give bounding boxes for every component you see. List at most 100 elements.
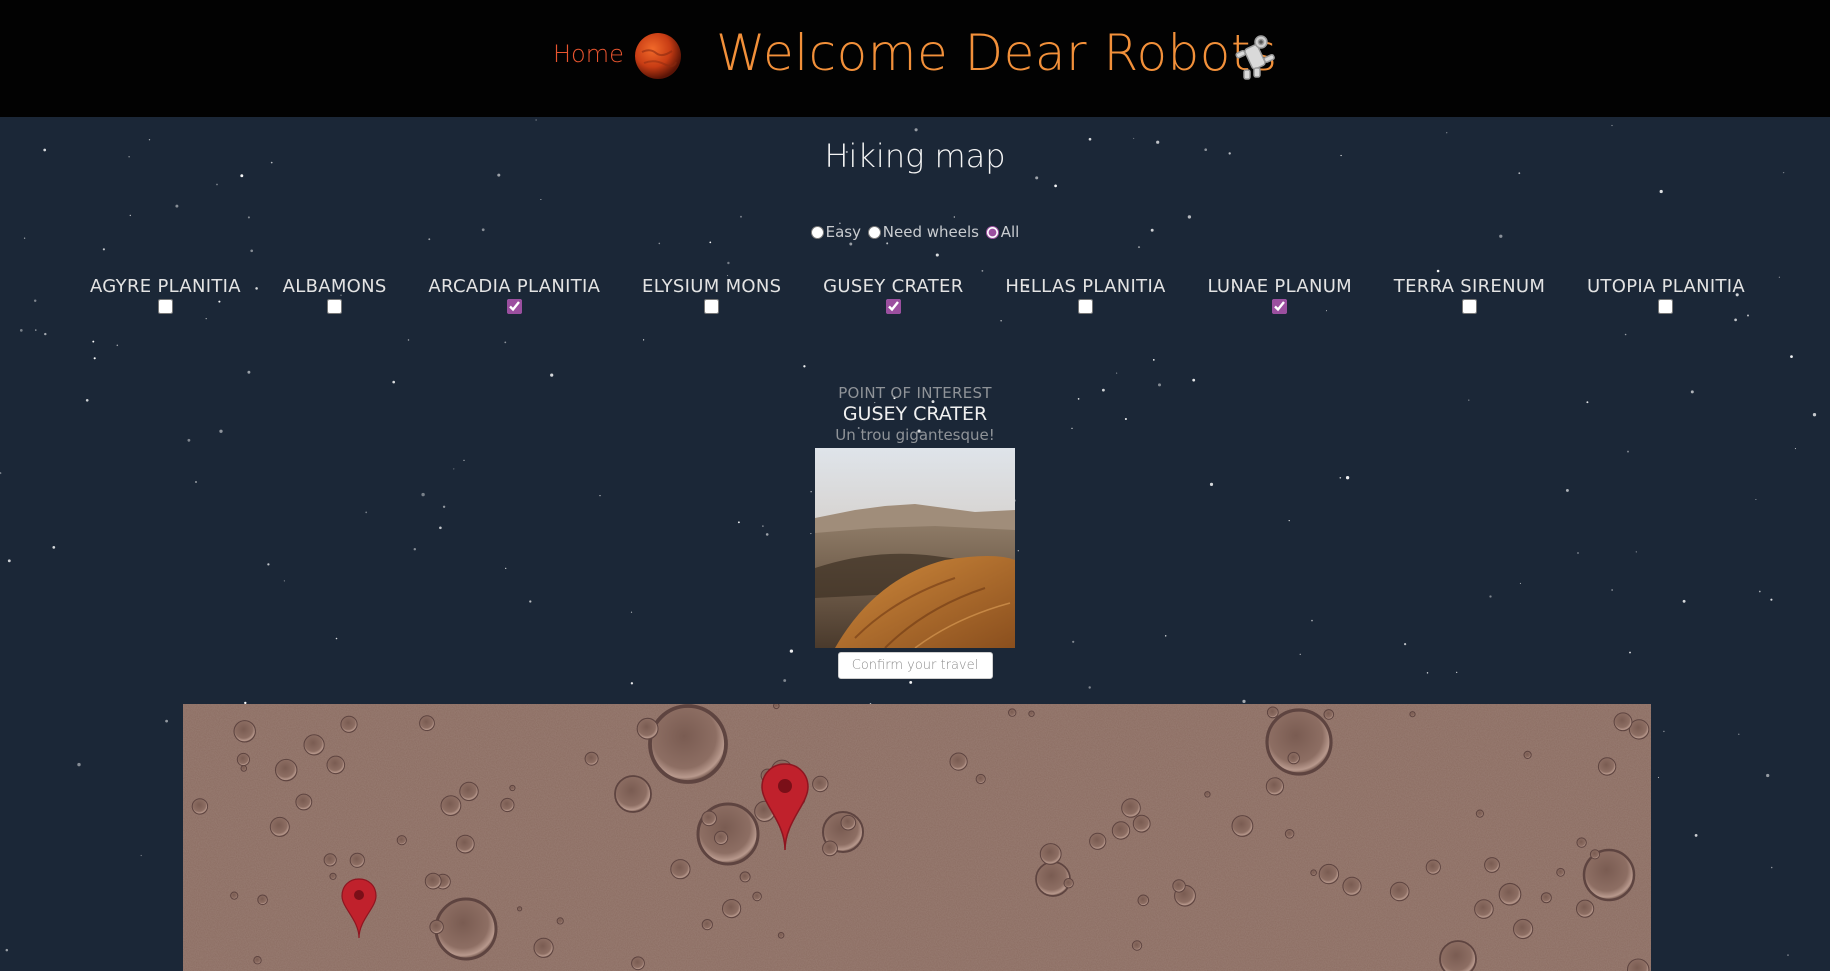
crater [1008, 708, 1017, 717]
crater [840, 814, 857, 831]
star [1790, 355, 1793, 358]
star [1000, 320, 1002, 322]
star [247, 216, 250, 219]
crater [1121, 798, 1141, 818]
crater [773, 704, 780, 710]
map-marker-icon[interactable] [760, 762, 810, 852]
star [803, 365, 806, 368]
region-checkbox[interactable] [1461, 299, 1477, 314]
crater [1172, 879, 1186, 893]
need-wheels-radio[interactable] [867, 226, 881, 239]
region-checkbox[interactable] [1078, 299, 1093, 314]
crater [1389, 881, 1410, 902]
crater [1265, 777, 1285, 796]
crater [1266, 706, 1279, 719]
crater [1576, 837, 1587, 848]
crater [1523, 750, 1532, 760]
crater [722, 899, 742, 919]
crater [295, 793, 313, 811]
easy-radio[interactable] [810, 226, 824, 239]
crater [1137, 894, 1150, 907]
star [1663, 730, 1665, 733]
crater [303, 734, 325, 756]
region-filter-list: AGYRE PLANITIA ALBAMONS ARCADIA PLANITIA… [90, 276, 1745, 314]
crater [440, 795, 462, 816]
star [1778, 276, 1781, 278]
crater [230, 891, 239, 900]
crater [739, 871, 751, 883]
region-checkbox[interactable] [327, 299, 343, 314]
home-link[interactable]: Home [553, 40, 624, 68]
crater [340, 715, 358, 733]
star [1088, 686, 1091, 689]
crater [1576, 899, 1595, 918]
crater [396, 835, 407, 846]
crater [701, 919, 713, 931]
map-marker-icon[interactable] [341, 878, 377, 940]
crater [517, 906, 523, 912]
region-arcadia-planitia: ARCADIA PLANITIA [428, 276, 600, 314]
region-utopia-planitia: UTOPIA PLANITIA [1587, 276, 1745, 314]
region-elysium-mons: ELYSIUM MONS [642, 276, 781, 314]
site-title: Welcome Dear Robots [716, 24, 1278, 82]
crater [670, 859, 691, 880]
crater [253, 956, 262, 965]
crater [459, 781, 479, 802]
crater [533, 937, 554, 958]
crater [236, 752, 251, 767]
region-checkbox[interactable] [506, 299, 522, 314]
crater [631, 956, 645, 971]
region-label: TERRA SIRENUM [1393, 276, 1546, 297]
region-checkbox[interactable] [157, 299, 173, 314]
crater [1310, 869, 1317, 876]
region-checkbox[interactable] [885, 299, 901, 314]
crater [257, 894, 268, 906]
region-label: HELLAS PLANITIA [1005, 276, 1166, 297]
crater [1063, 878, 1074, 889]
all-radio[interactable] [985, 226, 999, 239]
star [550, 373, 554, 377]
crater [329, 872, 337, 880]
crater [1132, 814, 1151, 833]
star [247, 370, 251, 374]
confirm-travel-button[interactable]: Confirm your travel [837, 652, 993, 679]
region-label: GUSEY CRATER [823, 276, 964, 297]
crater [812, 775, 829, 793]
star [1624, 333, 1627, 336]
crater [714, 830, 729, 845]
difficulty-option-all[interactable]: All [985, 223, 1019, 241]
poi-kicker: POINT OF INTEREST [838, 384, 992, 402]
star [77, 762, 81, 767]
star [740, 215, 742, 218]
star [914, 128, 918, 132]
crater [1498, 882, 1522, 906]
difficulty-option-easy[interactable]: Easy [810, 223, 861, 241]
region-checkbox[interactable] [1272, 299, 1288, 314]
star [175, 204, 179, 208]
crater [648, 704, 728, 784]
crater [752, 891, 762, 902]
region-checkbox[interactable] [1658, 299, 1674, 314]
crater [1028, 710, 1035, 717]
region-label: UTOPIA PLANITIA [1586, 276, 1745, 297]
star [1035, 176, 1039, 180]
mars-planet-icon [635, 33, 681, 79]
star [1436, 269, 1440, 273]
mars-terrain-map [183, 704, 1651, 971]
star [1611, 124, 1613, 127]
star [1116, 372, 1118, 374]
star [1187, 215, 1192, 219]
crater [326, 755, 346, 775]
crater [455, 834, 475, 854]
star [643, 339, 645, 341]
mars-hiking-map[interactable] [183, 704, 1651, 971]
star [1746, 314, 1750, 317]
difficulty-option-need-wheels[interactable]: Need wheels [867, 223, 979, 241]
crater [191, 798, 209, 815]
star [658, 242, 661, 245]
crater [1231, 815, 1254, 837]
star [33, 299, 37, 303]
region-checkbox[interactable] [704, 299, 720, 314]
poi-description: Un trou gigantesque! [835, 426, 995, 444]
star [116, 344, 119, 347]
